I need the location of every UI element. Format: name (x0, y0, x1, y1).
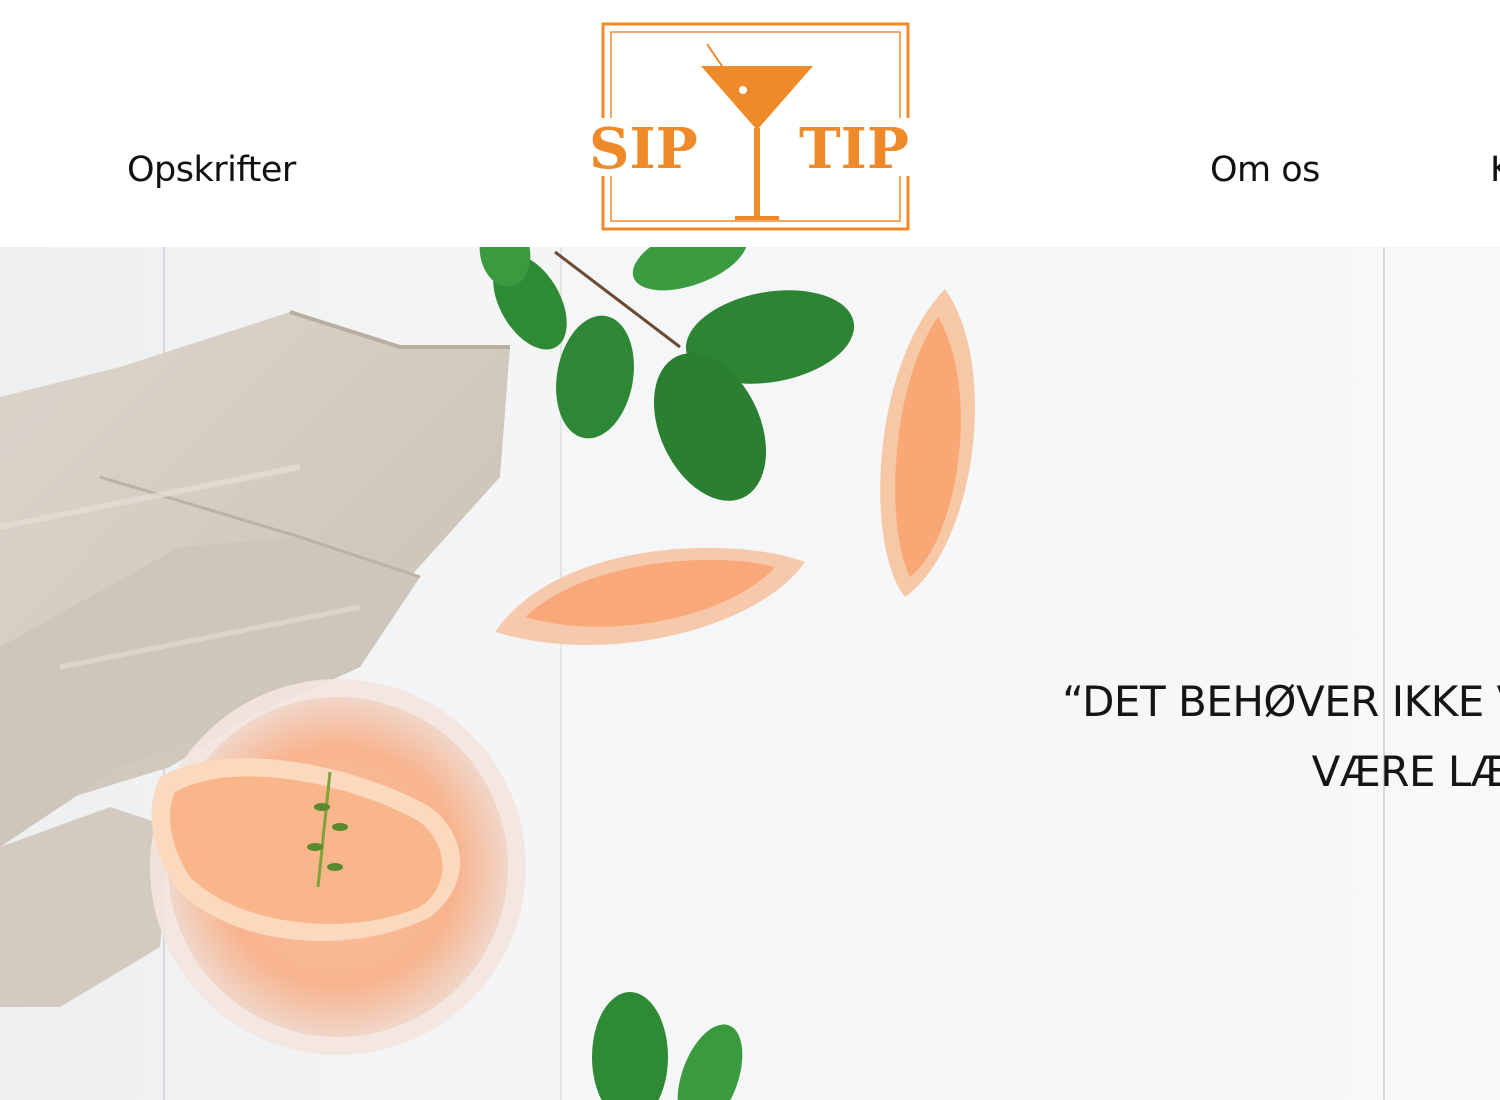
green-leaves-top (479, 247, 855, 501)
hero-quote: “DET BEHØVER IKKE VÆRE VÆRE LÆKKER (900, 667, 1500, 807)
grapefruit-wedge (880, 289, 975, 597)
hero-section: “DET BEHØVER IKKE VÆRE VÆRE LÆKKER (0, 247, 1500, 1100)
page: Opskrifter SIP TIP Om os K (0, 0, 1500, 1100)
site-header: Opskrifter SIP TIP Om os K (0, 0, 1500, 247)
nav-link-opskrifter[interactable]: Opskrifter (127, 150, 296, 190)
grapefruit-cocktail (150, 679, 526, 1055)
sip-tip-logo[interactable]: SIP TIP (585, 20, 930, 234)
grapefruit-slice (495, 547, 805, 645)
hero-quote-line: VÆRE LÆKKER (1311, 747, 1500, 796)
nav-link-kontakt[interactable]: K (1490, 150, 1500, 190)
nav-link-om-os[interactable]: Om os (1210, 150, 1320, 190)
logo-text-sip: SIP (589, 116, 698, 182)
green-leaves-bottom (592, 992, 743, 1100)
hero-quote-line: “DET BEHØVER IKKE VÆRE (1062, 677, 1500, 726)
logo-text-tip: TIP (799, 116, 909, 182)
